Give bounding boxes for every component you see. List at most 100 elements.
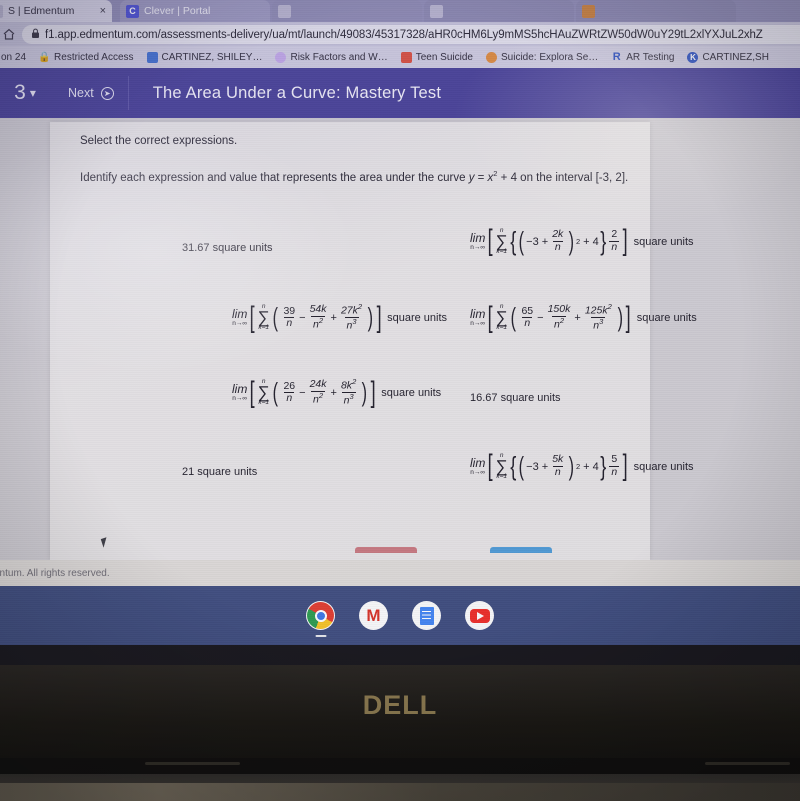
generic-favicon [430, 4, 443, 18]
operator-1: − [299, 386, 306, 399]
browser-tab-clever[interactable]: C Clever | Portal [120, 0, 270, 22]
paren-close: ) [568, 450, 575, 481]
expression-power: 2 [575, 462, 581, 472]
browser-tab-3[interactable] [272, 0, 422, 22]
bookmark-item-teen-suicide[interactable]: Teen Suicide [400, 51, 473, 63]
bracket-close: ] [622, 224, 628, 258]
arrow-right-circle-icon: ➤ [100, 86, 114, 100]
term2-numerator: 54k [309, 303, 327, 316]
question-number-selector[interactable]: 3 ▾ [0, 81, 54, 105]
bracket-open: [ [249, 375, 256, 409]
answer-option-4[interactable]: lim n→∞ [ n ∑ k=1 ( 65 n − 150k n2 + 125… [470, 302, 697, 333]
sigma-icon: ∑ [495, 307, 508, 327]
bracket-open: [ [487, 224, 494, 258]
edmentum-favicon: E [0, 4, 3, 18]
vent-right [705, 762, 790, 765]
bookmark-item-cartinez-sh[interactable]: K CARTINEZ,SH [687, 51, 769, 63]
bookmark-item-suicide-explora[interactable]: Suicide: Explora Se… [485, 51, 598, 63]
answer-option-6[interactable]: 16.67 square units [470, 392, 561, 404]
bookmark-item-on24[interactable]: on 24 [0, 52, 26, 63]
bookmark-item-risk-factors[interactable]: Risk Factors and W… [275, 51, 388, 63]
answer-option-1[interactable]: 31.67 square units [182, 242, 273, 254]
bookmark-item-ar-testing[interactable]: R AR Testing [611, 51, 675, 63]
address-bar[interactable]: f1.app.edmentum.com/assessments-delivery… [22, 25, 800, 44]
answer-option-5[interactable]: lim n→∞ [ n ∑ k=1 ( 26 n − 24k n2 + 8k2 … [232, 375, 441, 409]
paren-close: ) [367, 302, 374, 332]
youtube-icon[interactable] [465, 601, 494, 630]
browser-toolbar: f1.app.edmentum.com/assessments-delivery… [0, 22, 800, 46]
bookmark-label: CARTINEZ,SH [702, 51, 769, 63]
term2-denominator: n2 [311, 391, 326, 406]
gmail-icon[interactable]: M [359, 601, 388, 630]
limit-symbol: lim [470, 307, 486, 321]
paren-open: ( [272, 302, 278, 332]
operator-1: − [299, 311, 306, 324]
lock-icon: 🔒 [38, 51, 51, 63]
sigma-icon: ∑ [257, 382, 270, 402]
paren-close: ) [568, 225, 575, 256]
term1-numerator: 26 [283, 379, 296, 392]
paren-close: ) [617, 302, 623, 332]
term1-denominator: n [522, 317, 533, 330]
copyright-text: entum. All rights reserved. [0, 567, 110, 579]
answer-units: square units [633, 460, 694, 473]
answer-option-expression: lim n→∞ [ n ∑ k=1 ( 39 n − 54k n2 + 27k2… [232, 300, 448, 334]
sigma-icon: ∑ [257, 307, 270, 327]
browser-tab-title: Clever | Portal [144, 5, 211, 17]
answer-option-label: 21 square units [182, 466, 258, 478]
answer-option-label: 16.67 square units [470, 392, 561, 404]
answer-option-expression: lim n→∞ [ n ∑ k=1 { ( −3 + 5k n) 2 + 4 … [470, 449, 694, 483]
term2-denominator: n2 [311, 316, 326, 331]
app-running-indicator [315, 635, 326, 637]
bracket-open: [ [487, 449, 494, 483]
question-number: 3 [14, 81, 26, 104]
sigma-icon: ∑ [495, 231, 508, 251]
answer-units: square units [387, 311, 448, 324]
limit-symbol: lim [232, 382, 248, 396]
home-icon[interactable] [2, 27, 16, 41]
operator-2: + [330, 386, 337, 399]
sigma-lower-limit: k=1 [496, 323, 508, 331]
question-prompt: Identify each expression and value that … [80, 169, 628, 184]
sigma-lower-limit: k=1 [258, 323, 270, 331]
limit-symbol: lim [470, 230, 486, 245]
google-docs-icon[interactable] [412, 601, 441, 630]
expression-base: −3 + [526, 460, 549, 473]
page-footer: entum. All rights reserved. [0, 560, 800, 586]
browser-tab-5[interactable] [576, 0, 736, 22]
desk-surface-highlight [0, 783, 800, 801]
term1-numerator: 39 [283, 304, 296, 317]
submit-button[interactable] [490, 547, 552, 553]
sigma-lower-limit: k=1 [258, 398, 270, 406]
bracket-close: ] [376, 300, 382, 334]
multiplier-numerator: 5 [611, 453, 618, 466]
document-icon [146, 51, 158, 63]
browser-tab-edmentum[interactable]: E S | Edmentum × [0, 0, 112, 22]
answer-option-7[interactable]: 21 square units [182, 466, 257, 478]
fraction-denominator: n [552, 241, 563, 254]
globe-icon [275, 51, 287, 63]
term2-numerator: 24k [309, 378, 327, 391]
limit-subscript: n→∞ [470, 243, 486, 251]
bookmark-label: AR Testing [626, 51, 675, 63]
close-icon[interactable]: × [100, 5, 106, 17]
next-button[interactable]: Next ➤ [54, 76, 129, 110]
bookmark-item-restricted-access[interactable]: 🔒 Restricted Access [38, 51, 134, 63]
limit-symbol: lim [470, 455, 486, 470]
operator-2: + [330, 311, 337, 324]
bookmark-label: Restricted Access [54, 51, 134, 63]
bookmark-item-cartinez[interactable]: CARTINEZ, SHILEY… [146, 51, 262, 63]
operator-2: + [574, 311, 581, 324]
answer-option-3[interactable]: lim n→∞ [ n ∑ k=1 ( 39 n − 54k n2 + 27k2… [232, 300, 448, 334]
limit-subscript: n→∞ [470, 320, 486, 327]
browser-tab-4[interactable] [424, 0, 574, 22]
browser-tab-title: S | Edmentum [8, 5, 75, 17]
brace-close: } [600, 225, 607, 256]
reset-button[interactable] [355, 547, 417, 553]
brace-open: { [510, 225, 517, 256]
answer-option-2[interactable]: lim n→∞ [ n ∑ k=1 { ( −3 + 2k n) 2 + 4 … [470, 224, 694, 258]
chrome-icon[interactable] [306, 601, 335, 637]
answer-option-8[interactable]: lim n→∞ [ n ∑ k=1 { ( −3 + 5k n) 2 + 4 … [470, 449, 694, 483]
operator-1: − [537, 311, 544, 324]
expression-plus-const: + 4 [583, 235, 599, 248]
